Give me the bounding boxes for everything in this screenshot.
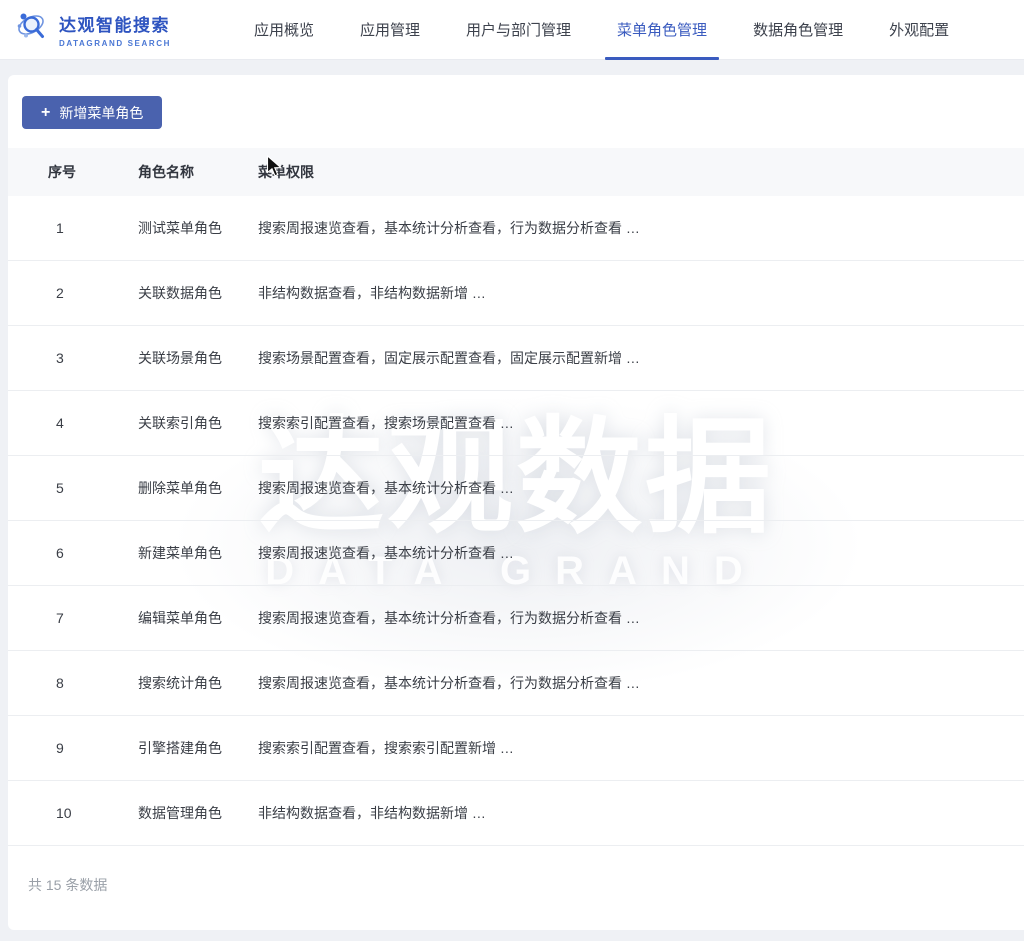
role-name: 关联数据角色 (138, 283, 258, 303)
add-menu-role-button-label: 新增菜单角色 (59, 103, 143, 123)
row-index: 1 (8, 220, 138, 236)
total-count-text: 共 15 条数据 (28, 875, 107, 895)
role-name: 测试菜单角色 (138, 218, 258, 238)
nav-tab-1[interactable]: 应用概览 (254, 0, 314, 59)
column-header-menu-permissions: 菜单权限 (258, 162, 1024, 182)
nav-tab-2[interactable]: 应用管理 (360, 0, 420, 59)
role-name: 数据管理角色 (138, 803, 258, 823)
nav-tab-3[interactable]: 用户与部门管理 (466, 0, 571, 59)
main-nav: 应用概览应用管理用户与部门管理菜单角色管理数据角色管理外观配置 (254, 0, 949, 59)
row-index: 9 (8, 740, 138, 756)
menu-permissions: 搜索周报速览查看，基本统计分析查看 … (258, 478, 1024, 498)
brand-text: 达观智能搜索 DATAGRAND SEARCH (59, 11, 171, 48)
plus-icon: + (41, 105, 50, 121)
column-header-role-name: 角色名称 (138, 162, 258, 182)
menu-permissions: 搜索周报速览查看，基本统计分析查看，行为数据分析查看 … (258, 608, 1024, 628)
nav-tab-6[interactable]: 外观配置 (889, 0, 949, 59)
row-index: 8 (8, 675, 138, 691)
nav-tab-5[interactable]: 数据角色管理 (753, 0, 843, 59)
table-row[interactable]: 8搜索统计角色搜索周报速览查看，基本统计分析查看，行为数据分析查看 … (8, 651, 1024, 716)
brand-logo-icon (16, 10, 50, 49)
row-index: 10 (8, 805, 138, 821)
row-index: 6 (8, 545, 138, 561)
row-index: 7 (8, 610, 138, 626)
column-header-index: 序号 (8, 162, 138, 182)
row-index: 2 (8, 285, 138, 301)
role-name: 关联场景角色 (138, 348, 258, 368)
top-header: 达观智能搜索 DATAGRAND SEARCH 应用概览应用管理用户与部门管理菜… (0, 0, 1024, 60)
table-row[interactable]: 9引擎搭建角色搜索索引配置查看，搜索索引配置新增 … (8, 716, 1024, 781)
table-row[interactable]: 10数据管理角色非结构数据查看，非结构数据新增 … (8, 781, 1024, 846)
table-row[interactable]: 3关联场景角色搜索场景配置查看，固定展示配置查看，固定展示配置新增 … (8, 326, 1024, 391)
table-row[interactable]: 7编辑菜单角色搜索周报速览查看，基本统计分析查看，行为数据分析查看 … (8, 586, 1024, 651)
menu-permissions: 搜索周报速览查看，基本统计分析查看 … (258, 543, 1024, 563)
row-index: 5 (8, 480, 138, 496)
menu-permissions: 搜索索引配置查看，搜索场景配置查看 … (258, 413, 1024, 433)
content-card: + 新增菜单角色 达观数据 DATA GRAND 序号 角色名称 菜单权限 1测… (8, 75, 1024, 930)
add-menu-role-button[interactable]: + 新增菜单角色 (22, 96, 162, 129)
nav-tab-4[interactable]: 菜单角色管理 (617, 0, 707, 59)
table-row[interactable]: 5删除菜单角色搜索周报速览查看，基本统计分析查看 … (8, 456, 1024, 521)
table-body: 1测试菜单角色搜索周报速览查看，基本统计分析查看，行为数据分析查看 …2关联数据… (8, 196, 1024, 846)
brand-subtitle: DATAGRAND SEARCH (59, 39, 171, 48)
row-index: 4 (8, 415, 138, 431)
row-index: 3 (8, 350, 138, 366)
menu-permissions: 搜索索引配置查看，搜索索引配置新增 … (258, 738, 1024, 758)
menu-role-table: 序号 角色名称 菜单权限 1测试菜单角色搜索周报速览查看，基本统计分析查看，行为… (8, 148, 1024, 846)
menu-permissions: 搜索场景配置查看，固定展示配置查看，固定展示配置新增 … (258, 348, 1024, 368)
role-name: 搜索统计角色 (138, 673, 258, 693)
menu-permissions: 搜索周报速览查看，基本统计分析查看，行为数据分析查看 … (258, 218, 1024, 238)
table-row[interactable]: 6新建菜单角色搜索周报速览查看，基本统计分析查看 … (8, 521, 1024, 586)
brand-logo: 达观智能搜索 DATAGRAND SEARCH (16, 10, 168, 49)
role-name: 删除菜单角色 (138, 478, 258, 498)
menu-permissions: 搜索周报速览查看，基本统计分析查看，行为数据分析查看 … (258, 673, 1024, 693)
table-header-row: 序号 角色名称 菜单权限 (8, 148, 1024, 196)
table-row[interactable]: 1测试菜单角色搜索周报速览查看，基本统计分析查看，行为数据分析查看 … (8, 196, 1024, 261)
table-row[interactable]: 4关联索引角色搜索索引配置查看，搜索场景配置查看 … (8, 391, 1024, 456)
role-name: 关联索引角色 (138, 413, 258, 433)
role-name: 引擎搭建角色 (138, 738, 258, 758)
role-name: 新建菜单角色 (138, 543, 258, 563)
menu-permissions: 非结构数据查看，非结构数据新增 … (258, 283, 1024, 303)
table-row[interactable]: 2关联数据角色非结构数据查看，非结构数据新增 … (8, 261, 1024, 326)
role-name: 编辑菜单角色 (138, 608, 258, 628)
brand-name: 达观智能搜索 (59, 11, 171, 36)
menu-permissions: 非结构数据查看，非结构数据新增 … (258, 803, 1024, 823)
